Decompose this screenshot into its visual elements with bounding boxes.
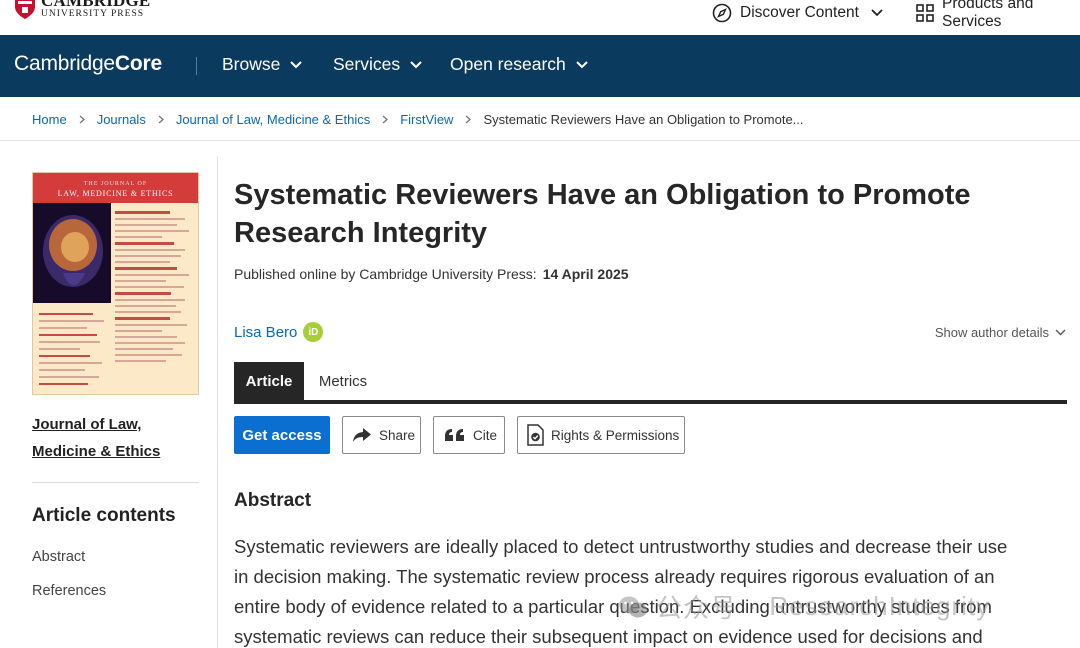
- nav-browse-label: Browse: [222, 54, 281, 74]
- cover-title: LAW, MEDICINE & ETHICS: [57, 189, 174, 198]
- abstract-line: entire body of evidence related to a par…: [234, 596, 992, 617]
- breadcrumb: Home Journals Journal of Law, Medicine &…: [32, 110, 804, 128]
- breadcrumb-divider: [0, 140, 1080, 141]
- author: Lisa Bero iD: [234, 322, 324, 342]
- breadcrumb-firstview[interactable]: FirstView: [400, 112, 453, 127]
- chevron-right-icon: [79, 115, 85, 124]
- tab-article[interactable]: Article: [234, 362, 304, 401]
- cite-button[interactable]: Cite: [433, 416, 505, 454]
- article-title: Systematic Reviewers Have an Obligation …: [234, 176, 1054, 252]
- share-icon: [352, 427, 372, 443]
- nav-open-research-label: Open research: [450, 54, 566, 74]
- published-date: 14 April 2025: [542, 266, 629, 282]
- cambridge-core-logo[interactable]: CambridgeCore: [14, 52, 162, 76]
- contents-link-abstract[interactable]: Abstract: [32, 549, 85, 565]
- journal-title-line-2: Medicine & Ethics: [32, 443, 161, 460]
- cambridge-university-press-logo[interactable]: CAMBRIDGE UNIVERSITY PRESS: [14, 0, 150, 20]
- publication-info: Published online by Cambridge University…: [234, 266, 629, 282]
- left-divider: [32, 482, 199, 483]
- share-label: Share: [379, 427, 416, 443]
- contents-link-references[interactable]: References: [32, 583, 106, 599]
- chevron-down-icon: [871, 9, 883, 17]
- show-author-details-toggle[interactable]: Show author details: [935, 325, 1066, 340]
- cover-contents-lines: [115, 211, 193, 366]
- show-author-details-label: Show author details: [934, 325, 1049, 340]
- cover-small-title: THE JOURNAL OF: [83, 181, 148, 187]
- get-access-button[interactable]: Get access: [234, 416, 330, 454]
- tab-metrics[interactable]: Metrics: [304, 362, 382, 401]
- chevron-down-icon: [1055, 329, 1066, 336]
- discover-content-label: Discover Content: [740, 4, 859, 21]
- nav-services[interactable]: Services: [333, 54, 422, 75]
- chevron-right-icon: [465, 115, 472, 124]
- breadcrumb-current: Systematic Reviewers Have an Obligation …: [483, 111, 804, 127]
- article-title-line-1: Systematic Reviewers Have an Obligation …: [234, 179, 971, 211]
- grid-icon: [916, 4, 934, 22]
- products-services-menu[interactable]: Products and Services: [916, 0, 1080, 30]
- article-contents-heading: Article contents: [32, 505, 176, 526]
- cover-left-lines: [39, 313, 107, 390]
- brand-name-bold: Core: [114, 52, 162, 75]
- nav-browse[interactable]: Browse: [222, 54, 303, 75]
- abstract-body: Systematic reviewers are ideally placed …: [234, 532, 1064, 648]
- chevron-down-icon: [410, 60, 422, 69]
- breadcrumb-journal[interactable]: Journal of Law, Medicine & Ethics: [176, 112, 370, 127]
- main-navigation: CambridgeCore Browse Services Open resea…: [0, 35, 1080, 97]
- published-label: Published online by Cambridge University…: [234, 266, 537, 282]
- chevron-right-icon: [382, 115, 389, 124]
- nav-divider: [196, 57, 197, 75]
- rights-permissions-label: Rights & Permissions: [551, 427, 680, 443]
- document-check-icon: [526, 424, 544, 446]
- cite-label: Cite: [473, 427, 498, 443]
- brain-scan-image: [33, 203, 111, 303]
- tab-underline: [234, 400, 1067, 404]
- column-divider: [217, 156, 218, 648]
- discover-content-menu[interactable]: Discover Content: [712, 0, 883, 26]
- chevron-down-icon: [576, 60, 588, 69]
- journal-title-link[interactable]: Journal of Law, Medicine & Ethics: [32, 411, 202, 465]
- author-name-link[interactable]: Lisa Bero: [234, 324, 297, 341]
- products-services-label: Products and Services: [942, 0, 1034, 30]
- journal-title-line-1: Journal of Law,: [32, 416, 142, 433]
- abstract-line: systematic reviews can reduce their subs…: [234, 626, 983, 647]
- orcid-icon[interactable]: iD: [303, 322, 324, 342]
- breadcrumb-home[interactable]: Home: [32, 112, 67, 127]
- abstract-line: Systematic reviewers are ideally placed …: [234, 536, 1008, 557]
- cover-masthead: THE JOURNAL OF LAW, MEDICINE & ETHICS: [33, 173, 198, 203]
- logo-line-2: UNIVERSITY PRESS: [41, 9, 145, 19]
- article-tabs: Article Metrics: [234, 362, 1067, 404]
- compass-icon: [712, 3, 732, 23]
- nav-services-label: Services: [333, 54, 401, 74]
- journal-cover-image[interactable]: THE JOURNAL OF LAW, MEDICINE & ETHICS: [32, 172, 199, 395]
- chevron-down-icon: [290, 60, 303, 69]
- utility-bar: CAMBRIDGE UNIVERSITY PRESS Discover Cont…: [0, 0, 1080, 35]
- chevron-right-icon: [158, 115, 164, 124]
- article-title-line-2: Research Integrity: [234, 217, 488, 249]
- brand-name: Cambridge: [14, 52, 115, 75]
- nav-open-research[interactable]: Open research: [450, 54, 588, 75]
- cambridge-shield-icon: [15, 0, 35, 19]
- breadcrumb-journals[interactable]: Journals: [97, 112, 146, 127]
- abstract-line: in decision making. The systematic revie…: [234, 566, 995, 587]
- rights-permissions-button[interactable]: Rights & Permissions: [517, 416, 685, 454]
- share-button[interactable]: Share: [342, 416, 421, 454]
- quote-icon: [444, 428, 466, 442]
- logo-line-1: CAMBRIDGE: [41, 0, 151, 10]
- abstract-heading: Abstract: [234, 490, 312, 511]
